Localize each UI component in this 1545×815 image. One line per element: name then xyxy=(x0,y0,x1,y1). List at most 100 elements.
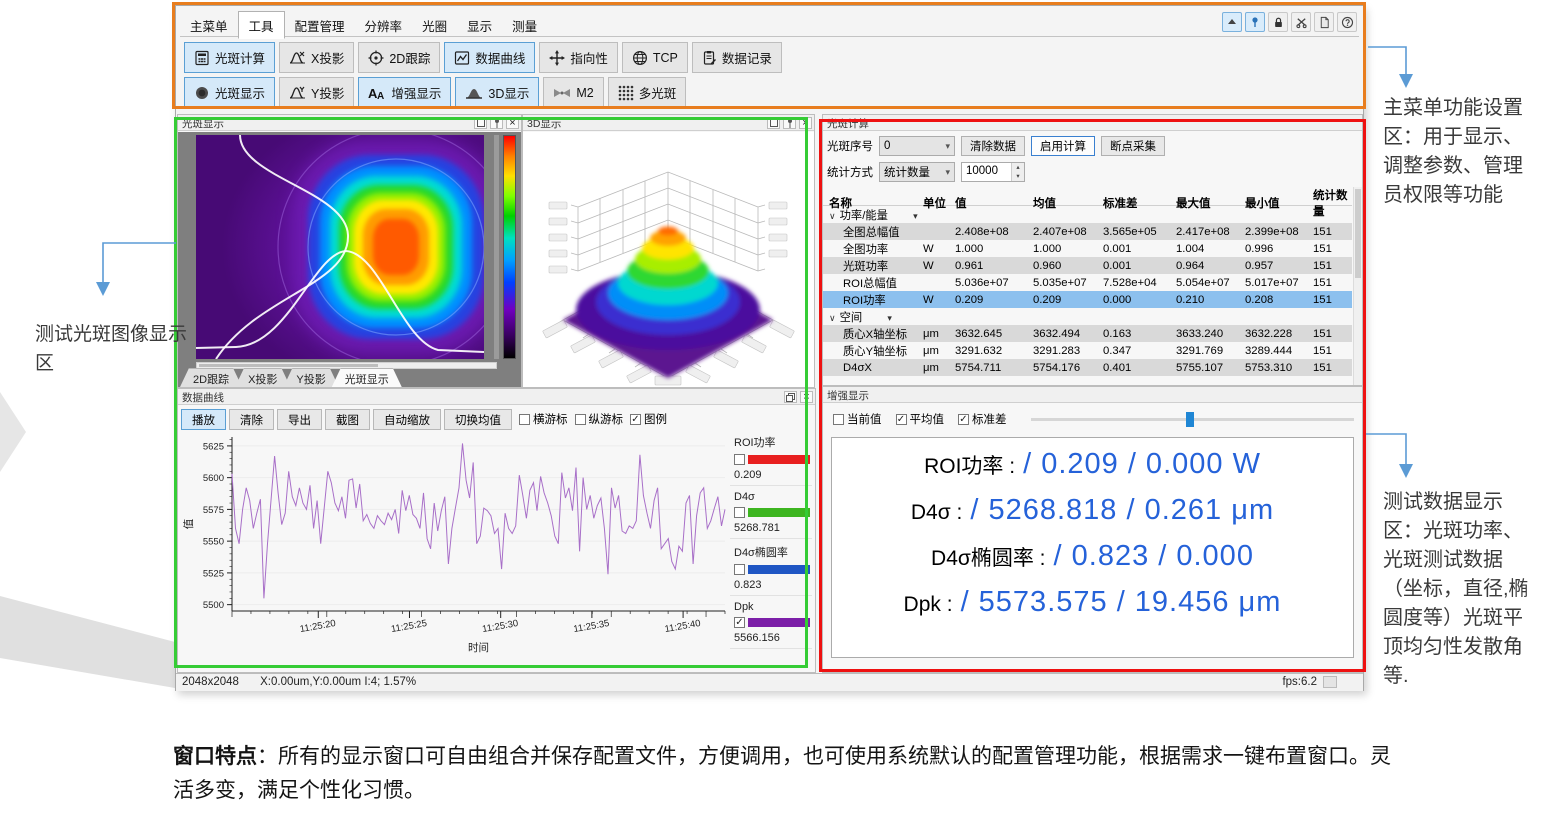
menu-items: 主菜单工具配置管理分辨率光圈显示测量 xyxy=(180,11,1359,39)
table-row-ROI总幅值[interactable]: ROI总幅值5.036e+075.035e+077.528e+045.054e+… xyxy=(823,274,1352,291)
legend-entry-ROI功率: ROI功率0.209 xyxy=(730,429,812,486)
table-group-row-空间[interactable]: ∨空间 ▾ xyxy=(823,308,1352,325)
beam-seq-select[interactable]: 0▾ xyxy=(879,136,955,156)
curve-button-自动缩放[interactable]: 自动缩放 xyxy=(373,409,441,430)
toolbar-button-光斑计算[interactable]: 光斑计算 xyxy=(184,42,275,73)
legend-checkbox[interactable] xyxy=(734,507,745,518)
filter-dropdown-icon[interactable]: ▾ xyxy=(887,313,892,323)
table-row-全图功率[interactable]: 全图功率W1.0001.0000.0011.0040.996151 xyxy=(823,240,1352,257)
filter-dropdown-icon[interactable]: ▾ xyxy=(913,211,918,221)
data-record-icon xyxy=(702,50,717,66)
spin-down-icon[interactable]: ▾ xyxy=(1012,172,1024,181)
stat-count-spinner[interactable]: 10000 ▴▾ xyxy=(961,162,1025,182)
font-size-slider[interactable] xyxy=(1031,411,1355,427)
menu-item-工具[interactable]: 工具 xyxy=(238,11,285,39)
slider-handle[interactable] xyxy=(1186,412,1194,427)
toolbar-button-数据记录[interactable]: 数据记录 xyxy=(692,42,782,73)
close-icon[interactable]: × xyxy=(506,117,519,129)
file-icon[interactable] xyxy=(1314,12,1334,32)
tab-2D跟踪[interactable]: 2D跟踪 xyxy=(180,368,242,387)
toolbar-button-多光斑[interactable]: 多光斑 xyxy=(608,77,687,108)
cell: 5753.310 xyxy=(1245,362,1313,374)
enhance-checkbox-平均值[interactable]: ✓平均值 xyxy=(896,411,945,427)
cell: 5.036e+07 xyxy=(955,277,1033,289)
menu-item-配置管理[interactable]: 配置管理 xyxy=(285,12,355,38)
curve-checkbox-横游标[interactable]: 横游标 xyxy=(519,411,568,427)
column-header-标准差: 标准差 xyxy=(1103,195,1176,211)
toolbar-button-X投影[interactable]: X投影 xyxy=(279,42,354,73)
curve-button-截图[interactable]: 截图 xyxy=(325,409,370,430)
legend-checkbox[interactable] xyxy=(734,454,745,465)
menu-item-显示[interactable]: 显示 xyxy=(457,12,502,38)
3d-surface-plot xyxy=(523,132,814,387)
curve-button-播放[interactable]: 播放 xyxy=(181,409,226,430)
cell: 5.035e+07 xyxy=(1033,277,1103,289)
calc-button-启用计算[interactable]: 启用计算 xyxy=(1031,136,1095,156)
m2-icon xyxy=(553,86,571,100)
pin-icon[interactable] xyxy=(490,117,503,129)
menu-item-主菜单[interactable]: 主菜单 xyxy=(180,12,238,38)
table-row-光斑功率[interactable]: 光斑功率W0.9610.9600.0010.9640.957151 xyxy=(823,257,1352,274)
pin-icon[interactable] xyxy=(1245,12,1265,32)
menu-bar: 主菜单工具配置管理分辨率光圈显示测量 xyxy=(180,11,1359,37)
annotation-main-menu: 主菜单功能设置区：用于显示、调整参数、管理员权限等功能 xyxy=(1383,94,1533,210)
table-row-质心X轴坐标[interactable]: 质心X轴坐标μm3632.6453632.4940.1633633.240363… xyxy=(823,325,1352,342)
checkbox-label: 标准差 xyxy=(972,411,1007,427)
curve-button-切换均值[interactable]: 切换均值 xyxy=(444,409,512,430)
toolbar-button-数据曲线[interactable]: 数据曲线 xyxy=(444,42,535,73)
checkbox-icon: ✓ xyxy=(630,414,641,425)
tab-Y投影[interactable]: Y投影 xyxy=(283,368,338,387)
menu-item-分辨率[interactable]: 分辨率 xyxy=(355,12,413,38)
legend-checkbox[interactable] xyxy=(734,564,745,575)
stat-mode-select[interactable]: 统计数量▾ xyxy=(879,162,955,182)
lock-icon[interactable] xyxy=(1268,12,1288,32)
toolbar-button-指向性[interactable]: 指向性 xyxy=(539,42,618,73)
toolbar-button-光斑显示[interactable]: 光斑显示 xyxy=(184,77,275,108)
help-icon[interactable] xyxy=(1337,12,1357,32)
enhance-checkbox-当前值[interactable]: 当前值 xyxy=(833,411,882,427)
enhanced-value-line: Dpk :/ 5573.575 / 19.456 μm xyxy=(832,586,1353,632)
toolbar-button-Y投影[interactable]: Y投影 xyxy=(279,77,354,108)
curve-button-导出[interactable]: 导出 xyxy=(277,409,322,430)
table-scrollbar[interactable] xyxy=(1353,187,1362,385)
close-icon[interactable]: × xyxy=(800,391,813,403)
table-row-ROI功率[interactable]: ROI功率W0.2090.2090.0000.2100.208151 xyxy=(823,291,1352,308)
beam-display-panel: 光斑显示 × xyxy=(177,114,522,388)
cut-icon[interactable] xyxy=(1291,12,1311,32)
toolbar-button-增强显示[interactable]: AA增强显示 xyxy=(358,77,451,108)
tab-X投影[interactable]: X投影 xyxy=(235,368,290,387)
collapse-icon[interactable]: ∨ xyxy=(829,313,836,323)
pin-icon[interactable] xyxy=(783,117,796,129)
legend-checkbox[interactable]: ✓ xyxy=(734,617,745,628)
caption-bold: 窗口特点 xyxy=(173,745,257,768)
curve-panel-title: 数据曲线 xyxy=(182,392,224,404)
toolbar-button-TCP[interactable]: TCP xyxy=(622,42,688,73)
pointing-icon xyxy=(549,50,565,66)
toolbar-button-2D跟踪[interactable]: 2D跟踪 xyxy=(358,42,440,73)
calc-button-清除数据[interactable]: 清除数据 xyxy=(961,136,1025,156)
calc-button-断点采集[interactable]: 断点采集 xyxy=(1101,136,1165,156)
close-icon[interactable]: × xyxy=(799,117,812,129)
enhance-checkbox-标准差[interactable]: ✓标准差 xyxy=(958,411,1007,427)
float-icon[interactable] xyxy=(767,117,780,129)
maximize-icon[interactable] xyxy=(784,391,797,403)
beam-vertical-scrollbar[interactable] xyxy=(494,135,499,359)
collapse-up-icon[interactable] xyxy=(1222,12,1242,32)
spin-up-icon[interactable]: ▴ xyxy=(1012,163,1024,172)
cell: 3.565e+05 xyxy=(1103,226,1176,238)
menu-item-测量[interactable]: 测量 xyxy=(502,12,547,38)
tab-光斑显示[interactable]: 光斑显示 xyxy=(332,368,402,387)
table-row-D4σX[interactable]: D4σXμm5754.7115754.1760.4015755.1075753.… xyxy=(823,359,1352,376)
table-row-质心Y轴坐标[interactable]: 质心Y轴坐标μm3291.6323291.2830.3473291.769328… xyxy=(823,342,1352,359)
cell: 0.001 xyxy=(1103,243,1176,255)
menu-item-光圈[interactable]: 光圈 xyxy=(412,12,457,38)
curve-checkbox-图例[interactable]: ✓图例 xyxy=(630,411,667,427)
table-row-全图总幅值[interactable]: 全图总幅值2.408e+082.407e+083.565e+052.417e+0… xyxy=(823,223,1352,240)
toolbar-button-3D显示[interactable]: 3D显示 xyxy=(455,77,539,108)
curve-checkbox-纵游标[interactable]: 纵游标 xyxy=(575,411,624,427)
collapse-icon[interactable]: ∨ xyxy=(829,211,836,221)
legend-color-bar xyxy=(748,508,810,517)
toolbar-button-M2[interactable]: M2 xyxy=(543,77,603,108)
curve-button-清除[interactable]: 清除 xyxy=(229,409,274,430)
float-icon[interactable] xyxy=(474,117,487,129)
